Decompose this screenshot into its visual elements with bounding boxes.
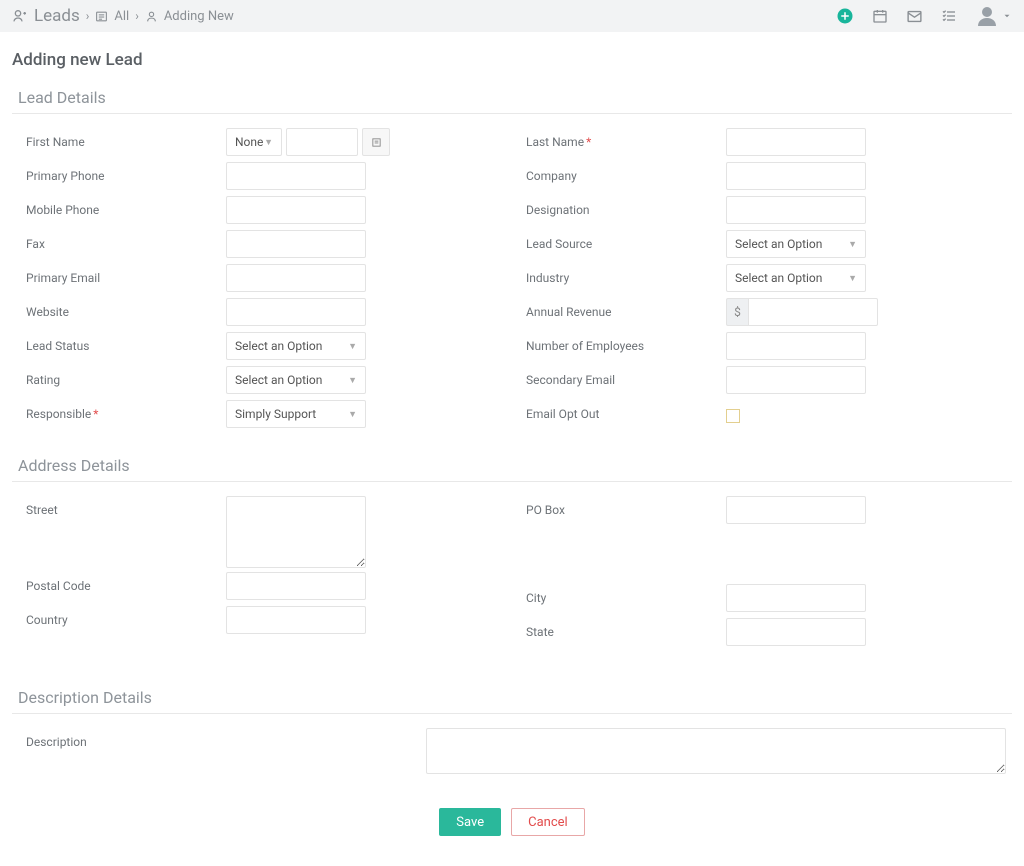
- header-actions: [836, 4, 1012, 28]
- label-designation: Designation: [526, 196, 726, 217]
- rating-select[interactable]: Select an Option ▼: [226, 366, 366, 394]
- chevron-down-icon: ▼: [848, 273, 857, 284]
- last-name-input[interactable]: [726, 128, 866, 156]
- mail-icon[interactable]: [906, 8, 923, 25]
- salutation-value: None: [235, 135, 263, 149]
- chevron-down-icon: ▼: [348, 375, 357, 386]
- label-email-opt-out: Email Opt Out: [526, 400, 726, 421]
- chevron-down-icon: [1002, 11, 1012, 21]
- breadcrumb-mid[interactable]: All: [114, 9, 129, 24]
- list-icon: [95, 10, 108, 23]
- industry-value: Select an Option: [735, 271, 822, 285]
- topbar: Leads › All › Adding New: [0, 0, 1024, 32]
- primary-email-input[interactable]: [226, 264, 366, 292]
- label-responsible: Responsible*: [26, 400, 226, 421]
- label-state: State: [526, 618, 726, 639]
- label-description: Description: [26, 728, 426, 778]
- responsible-value: Simply Support: [235, 407, 316, 421]
- label-first-name: First Name: [26, 128, 226, 149]
- city-input[interactable]: [726, 584, 866, 612]
- user-menu[interactable]: [975, 4, 1012, 28]
- label-primary-email: Primary Email: [26, 264, 226, 285]
- chevron-right-icon: ›: [86, 9, 90, 23]
- fax-input[interactable]: [226, 230, 366, 258]
- rating-value: Select an Option: [235, 373, 322, 387]
- label-website: Website: [26, 298, 226, 319]
- lead-source-value: Select an Option: [735, 237, 822, 251]
- designation-input[interactable]: [726, 196, 866, 224]
- breadcrumb-current: Adding New: [164, 9, 234, 24]
- secondary-email-input[interactable]: [726, 366, 866, 394]
- industry-select[interactable]: Select an Option ▼: [726, 264, 866, 292]
- description-input[interactable]: [426, 728, 1006, 774]
- street-input[interactable]: [226, 496, 366, 568]
- lead-source-select[interactable]: Select an Option ▼: [726, 230, 866, 258]
- responsible-select[interactable]: Simply Support ▼: [226, 400, 366, 428]
- label-num-employees: Number of Employees: [526, 332, 726, 353]
- num-employees-input[interactable]: [726, 332, 866, 360]
- section-description-title: Description Details: [18, 688, 1012, 707]
- breadcrumb: Leads › All › Adding New: [12, 6, 234, 26]
- label-city: City: [526, 584, 726, 605]
- postal-code-input[interactable]: [226, 572, 366, 600]
- country-input[interactable]: [226, 606, 366, 634]
- leads-icon: [12, 8, 28, 24]
- calendar-icon[interactable]: [872, 8, 888, 24]
- page-title: Adding new Lead: [12, 50, 1012, 70]
- label-lead-source: Lead Source: [526, 230, 726, 251]
- chevron-down-icon: ▼: [848, 239, 857, 250]
- add-icon[interactable]: [836, 7, 854, 25]
- label-fax: Fax: [26, 230, 226, 251]
- mobile-phone-input[interactable]: [226, 196, 366, 224]
- lead-status-select[interactable]: Select an Option ▼: [226, 332, 366, 360]
- chevron-down-icon: ▼: [348, 409, 357, 420]
- label-company: Company: [526, 162, 726, 183]
- state-input[interactable]: [726, 618, 866, 646]
- tasks-icon[interactable]: [941, 8, 957, 24]
- avatar-icon: [975, 4, 999, 28]
- label-country: Country: [26, 606, 226, 627]
- first-name-input[interactable]: [286, 128, 358, 156]
- person-icon: [145, 10, 158, 23]
- label-annual-revenue: Annual Revenue: [526, 298, 726, 319]
- section-address-title: Address Details: [18, 456, 1012, 475]
- chevron-right-icon: ›: [135, 9, 139, 23]
- label-rating: Rating: [26, 366, 226, 387]
- website-input[interactable]: [226, 298, 366, 326]
- label-mobile-phone: Mobile Phone: [26, 196, 226, 217]
- lead-status-value: Select an Option: [235, 339, 322, 353]
- label-industry: Industry: [526, 264, 726, 285]
- section-lead-details-title: Lead Details: [18, 88, 1012, 107]
- label-secondary-email: Secondary Email: [526, 366, 726, 387]
- annual-revenue-input[interactable]: [748, 298, 878, 326]
- salutation-select[interactable]: None ▼: [226, 128, 282, 156]
- chevron-down-icon: ▼: [348, 341, 357, 352]
- po-box-input[interactable]: [726, 496, 866, 524]
- chevron-down-icon: ▼: [264, 137, 273, 148]
- cancel-button[interactable]: Cancel: [511, 808, 585, 836]
- primary-phone-input[interactable]: [226, 162, 366, 190]
- label-po-box: PO Box: [526, 496, 726, 517]
- name-expand-button[interactable]: [362, 128, 390, 156]
- label-last-name: Last Name*: [526, 128, 726, 149]
- label-postal-code: Postal Code: [26, 572, 226, 593]
- save-button[interactable]: Save: [439, 808, 501, 836]
- label-primary-phone: Primary Phone: [26, 162, 226, 183]
- currency-symbol: $: [726, 298, 748, 326]
- breadcrumb-module[interactable]: Leads: [34, 6, 80, 26]
- label-street: Street: [26, 496, 226, 517]
- label-lead-status: Lead Status: [26, 332, 226, 353]
- company-input[interactable]: [726, 162, 866, 190]
- email-opt-out-checkbox[interactable]: [726, 409, 740, 423]
